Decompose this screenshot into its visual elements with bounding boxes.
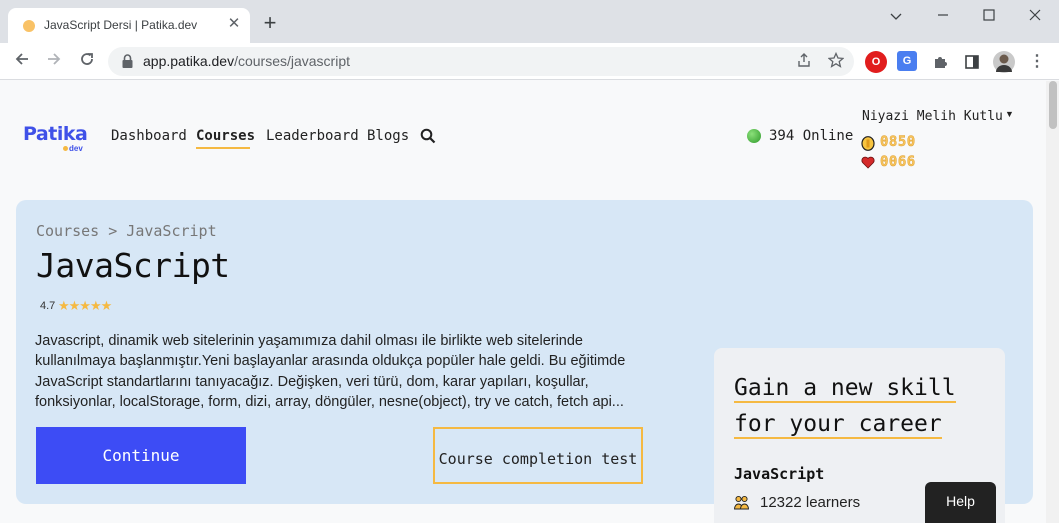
nav-leaderboard[interactable]: Leaderboard (266, 128, 359, 144)
minimize-button[interactable] (873, 3, 919, 31)
bookmark-star-icon[interactable] (826, 51, 846, 72)
rating-stars-icon: ★★★★★ (58, 298, 112, 313)
lock-icon[interactable] (121, 54, 134, 69)
forward-button[interactable] (41, 48, 67, 74)
online-status-icon (747, 129, 761, 143)
heart-count: 0066 (880, 154, 916, 171)
nav-dashboard[interactable]: Dashboard (111, 128, 187, 144)
url-text[interactable]: app.patika.dev/courses/javascript (143, 53, 350, 69)
logo-text: Patika (23, 123, 88, 145)
logo-sub: dev (63, 144, 83, 153)
browser-titlebar: JavaScript Dersi | Patika.dev ✕ + (0, 0, 1059, 43)
course-completion-test-button[interactable]: Course completion test (433, 427, 643, 484)
logo-dot-icon (63, 146, 68, 151)
share-icon[interactable] (794, 52, 814, 72)
learners-icon (734, 495, 749, 510)
back-button[interactable] (9, 48, 35, 74)
new-tab-button[interactable]: + (259, 12, 281, 34)
close-window-button[interactable] (1012, 3, 1058, 31)
nav-active-underline (196, 147, 250, 149)
nav-blogs[interactable]: Blogs (367, 128, 409, 144)
breadcrumb[interactable]: Courses > JavaScript (36, 222, 217, 240)
help-button[interactable]: Help (925, 482, 996, 523)
arrow-left-icon (15, 53, 28, 65)
reload-icon (81, 53, 93, 65)
course-description: Javascript, dinamik web sitelerinin yaşa… (35, 333, 626, 410)
chevron-down-icon (890, 13, 902, 20)
minimize-window-button[interactable] (920, 3, 966, 31)
opera-icon[interactable]: O (865, 51, 887, 73)
heart-icon (861, 156, 875, 169)
browser-tab[interactable]: JavaScript Dersi | Patika.dev ✕ (8, 8, 250, 43)
browser-toolbar: app.patika.dev/courses/javascript O G ⋮ (0, 43, 1059, 80)
caret-down-icon[interactable]: ▼ (1005, 109, 1014, 119)
user-menu[interactable]: Niyazi Melih Kutlu (862, 109, 1003, 124)
close-icon (1029, 9, 1041, 21)
search-icon[interactable] (420, 128, 436, 144)
patika-favicon-icon (23, 20, 35, 32)
reload-button[interactable] (74, 48, 100, 74)
patika-logo[interactable]: Patika dev (23, 123, 88, 153)
tab-title: JavaScript Dersi | Patika.dev (44, 18, 198, 32)
minimize-icon (938, 14, 948, 16)
maximize-button[interactable] (966, 3, 1012, 31)
address-bar[interactable]: app.patika.dev/courses/javascript (108, 47, 854, 76)
page-content: Patika dev Dashboard Courses Leaderboard… (0, 81, 1046, 523)
continue-button[interactable]: Continue (36, 427, 246, 484)
scrollbar-thumb[interactable] (1049, 81, 1057, 129)
nav-courses[interactable]: Courses (196, 128, 255, 144)
translate-icon[interactable]: G (897, 51, 917, 71)
coin-icon (861, 136, 875, 151)
puzzle-icon[interactable] (929, 51, 951, 73)
menu-icon[interactable]: ⋮ (1026, 51, 1048, 73)
coin-count: 0850 (880, 134, 916, 151)
tab-close-icon[interactable]: ✕ (225, 15, 243, 33)
card-heading: Gain a new skill for your career (734, 375, 956, 439)
sidepanel-icon[interactable] (961, 51, 983, 73)
card-course-name: JavaScript (734, 465, 825, 483)
rating-value: 4.7 (40, 300, 56, 312)
arrow-right-icon (48, 53, 61, 65)
maximize-icon (983, 9, 995, 21)
page-title: JavaScript (36, 246, 230, 285)
profile-avatar-icon[interactable] (993, 51, 1015, 73)
online-count: 394 Online (769, 128, 854, 144)
page-scrollbar[interactable] (1046, 81, 1059, 523)
learners-count: 12322 learners (760, 494, 861, 511)
